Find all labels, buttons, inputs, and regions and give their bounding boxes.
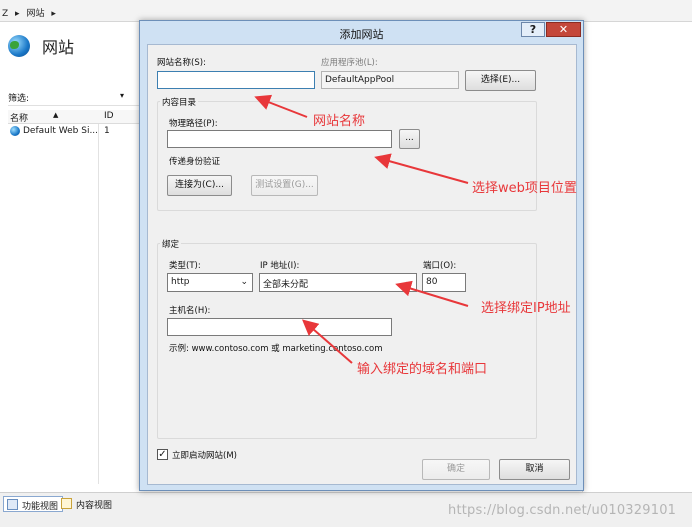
ip-address-select[interactable]: 全部未分配 ⌄ xyxy=(259,273,417,292)
help-button[interactable]: ? xyxy=(521,22,545,37)
annotation-bind-ip: 选择绑定IP地址 xyxy=(481,301,571,316)
breadcrumb-separator-icon: ▸ xyxy=(51,9,56,19)
breadcrumb-item-server[interactable]: Z xyxy=(2,9,8,19)
dialog-title: 添加网站 xyxy=(339,28,384,41)
column-divider xyxy=(98,124,99,484)
ok-button: 确定 xyxy=(422,459,490,480)
port-input[interactable]: 80 xyxy=(422,273,466,292)
add-website-dialog: 添加网站 ? ✕ 网站名称(S): 应用程序池(L): DefaultAppPo… xyxy=(139,20,584,491)
annotation-site-name: 网站名称 xyxy=(313,114,366,129)
host-example-text: 示例: www.contoso.com 或 marketing.contoso.… xyxy=(169,344,383,354)
start-website-checkbox[interactable]: ✓ xyxy=(157,449,168,460)
table-row[interactable]: Default Web Si... xyxy=(10,126,98,136)
start-website-label: 立即启动网站(M) xyxy=(172,451,237,461)
column-header-name[interactable]: 名称 xyxy=(10,111,28,124)
type-value: http xyxy=(171,277,190,287)
breadcrumb-item-sites[interactable]: 网站 xyxy=(26,9,44,19)
content-directory-title: 内容目录 xyxy=(160,96,199,108)
watermark: https://blog.csdn.net/u010329101 xyxy=(448,503,677,518)
globe-icon xyxy=(10,126,20,136)
browse-button[interactable]: ... xyxy=(399,129,420,149)
binding-title: 绑定 xyxy=(160,238,182,250)
tab-content-view[interactable]: 内容视图 xyxy=(58,496,116,512)
page-title: 网站 xyxy=(42,38,75,57)
globe-icon xyxy=(8,35,30,57)
select-app-pool-button[interactable]: 选择(E)... xyxy=(465,70,536,91)
physical-path-input[interactable] xyxy=(167,130,392,148)
ip-address-value: 全部未分配 xyxy=(263,280,309,290)
pass-through-auth-label: 传递身份验证 xyxy=(169,157,221,167)
table-header: 名称 ▲ ID xyxy=(8,110,140,124)
sort-ascending-icon: ▲ xyxy=(53,111,59,119)
breadcrumb: Z ▸ 网站 ▸ xyxy=(0,0,692,22)
site-name-label: 网站名称(S): xyxy=(157,58,206,68)
ip-address-label: IP 地址(I): xyxy=(260,261,300,271)
annotation-web-location: 选择web项目位置 xyxy=(472,181,577,196)
type-label: 类型(T): xyxy=(169,261,201,271)
app-pool-field: DefaultAppPool xyxy=(321,71,459,89)
filter-bar: 筛选: ▾ xyxy=(8,88,140,106)
tab-label: 内容视图 xyxy=(76,501,113,511)
sites-header: 网站 xyxy=(8,34,74,58)
test-settings-button: 测试设置(G)... xyxy=(251,175,318,196)
features-view-icon xyxy=(7,499,18,510)
content-view-icon xyxy=(61,498,72,509)
filter-label: 筛选: xyxy=(8,94,30,104)
chevron-down-icon: ⌄ xyxy=(404,277,412,287)
site-name-cell: Default Web Si... xyxy=(23,126,99,136)
type-select[interactable]: http ⌄ xyxy=(167,273,253,292)
tab-label: 功能视图 xyxy=(22,502,59,512)
breadcrumb-separator-icon: ▸ xyxy=(15,9,20,19)
annotation-domain-port: 输入绑定的域名和端口 xyxy=(357,362,488,377)
content-area xyxy=(582,22,692,492)
tab-features-view[interactable]: 功能视图 xyxy=(3,496,64,512)
chevron-down-icon: ⌄ xyxy=(240,277,248,287)
close-button[interactable]: ✕ xyxy=(546,22,581,37)
site-id-cell: 1 xyxy=(104,126,110,136)
physical-path-label: 物理路径(P): xyxy=(169,119,218,129)
app-pool-label: 应用程序池(L): xyxy=(321,58,378,68)
port-label: 端口(O): xyxy=(423,261,457,271)
column-header-id[interactable]: ID xyxy=(104,111,114,121)
host-name-input[interactable] xyxy=(167,318,392,336)
chevron-down-icon[interactable]: ▾ xyxy=(120,91,124,100)
host-name-label: 主机名(H): xyxy=(169,306,211,316)
cancel-button[interactable]: 取消 xyxy=(499,459,570,480)
connect-as-button[interactable]: 连接为(C)... xyxy=(167,175,232,196)
site-name-input[interactable] xyxy=(157,71,315,89)
